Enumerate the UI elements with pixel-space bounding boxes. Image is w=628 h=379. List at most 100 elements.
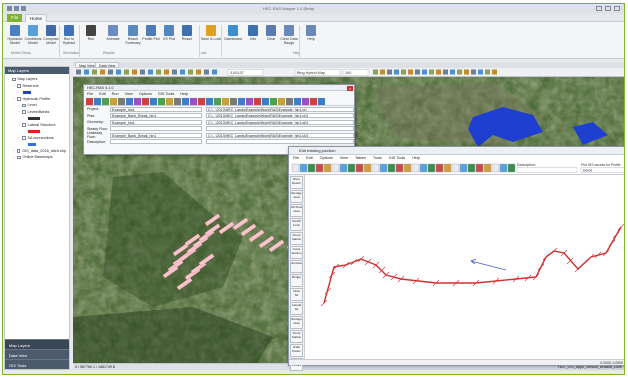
expand-icon[interactable]: − bbox=[13, 155, 16, 159]
toolbar-icon[interactable] bbox=[102, 98, 109, 105]
field-path[interactable] bbox=[206, 126, 354, 132]
ribbon-button-range[interactable]: Clear Data Range bbox=[280, 25, 298, 45]
toolbar-icon[interactable] bbox=[134, 98, 141, 105]
map-tool-icon[interactable] bbox=[212, 69, 217, 75]
toolbar-icon[interactable] bbox=[206, 98, 213, 105]
map-tool-icon[interactable] bbox=[76, 69, 81, 75]
editor-tool-icon[interactable] bbox=[315, 163, 324, 173]
menu-item[interactable]: Edit bbox=[99, 92, 106, 96]
toolbar-icon[interactable] bbox=[318, 98, 325, 105]
expand-icon[interactable]: − bbox=[13, 84, 16, 87]
field-value[interactable]: Example_Bank_Break_hin1 bbox=[110, 132, 202, 138]
palette-tool[interactable]: SA/2D Conn bbox=[290, 218, 303, 231]
map-tool-icon[interactable] bbox=[140, 69, 145, 75]
layer-checkbox[interactable] bbox=[17, 155, 21, 159]
map-tool-icon[interactable] bbox=[100, 69, 105, 75]
editor-tool-icon[interactable] bbox=[387, 163, 396, 173]
redo-icon[interactable] bbox=[21, 6, 26, 11]
map-tool-icon[interactable] bbox=[436, 69, 441, 75]
editor-tool-icon[interactable] bbox=[339, 163, 348, 173]
river-schematic[interactable] bbox=[306, 175, 625, 360]
toolbar-icon[interactable] bbox=[294, 98, 301, 105]
expand-icon[interactable]: − bbox=[13, 149, 16, 152]
map-tool-icon[interactable] bbox=[380, 69, 385, 75]
menu-item[interactable]: Options bbox=[139, 92, 152, 96]
minimize-button[interactable] bbox=[596, 6, 602, 11]
editor-tool-icon[interactable] bbox=[507, 163, 516, 173]
toolbar-icon[interactable] bbox=[142, 98, 149, 105]
toolbar-icon[interactable] bbox=[238, 98, 245, 105]
expand-icon[interactable]: − bbox=[18, 136, 21, 139]
map-tool-icon[interactable] bbox=[108, 69, 113, 75]
map-tool-icon[interactable] bbox=[485, 69, 490, 75]
field-value[interactable]: Example_hin1 bbox=[110, 106, 202, 112]
toolbar-icon[interactable] bbox=[286, 98, 293, 105]
palette-tool[interactable]: River Reach bbox=[290, 176, 303, 189]
map-tool-icon[interactable] bbox=[492, 69, 497, 75]
ribbon-button-run[interactable]: Run to Hydraul bbox=[61, 25, 77, 45]
palette-tool[interactable]: Lateral Str bbox=[290, 302, 303, 315]
map-tool-icon[interactable] bbox=[124, 69, 129, 75]
toolbar-icon[interactable] bbox=[86, 98, 93, 105]
menu-item[interactable]: Edit bbox=[306, 156, 313, 160]
toolbar-icon[interactable] bbox=[166, 98, 173, 105]
menu-item[interactable]: GIS Tools bbox=[389, 156, 405, 160]
toolbar-icon[interactable] bbox=[118, 98, 125, 105]
sidebar-tab-map-layers[interactable]: Map Layers bbox=[5, 339, 69, 349]
map-tool-icon[interactable] bbox=[92, 69, 97, 75]
map-tool-icon[interactable] bbox=[464, 69, 469, 75]
map-tool-icon[interactable] bbox=[116, 69, 121, 75]
layer-item[interactable]: − Online Basemaps bbox=[8, 154, 66, 161]
toolbar-icon[interactable] bbox=[222, 98, 229, 105]
sidebar-tab-data-view[interactable]: Data View bbox=[5, 349, 69, 359]
field-path[interactable]: C:\...\2013\HEC_Lands\Example\Work\RAS\E… bbox=[206, 113, 354, 119]
editor-tool-icon[interactable] bbox=[299, 163, 308, 173]
expand-icon[interactable]: − bbox=[18, 103, 21, 107]
ribbon-button-profile[interactable]: Profile Plot bbox=[142, 25, 160, 41]
editor-tool-icon[interactable] bbox=[491, 163, 500, 173]
editor-tool-icon[interactable] bbox=[395, 163, 404, 173]
editor-tool-icon[interactable] bbox=[307, 163, 316, 173]
ribbon-button-runner[interactable]: Run bbox=[83, 25, 99, 41]
field-path[interactable] bbox=[206, 139, 354, 145]
map-tool-icon[interactable] bbox=[164, 69, 169, 75]
palette-tool[interactable]: Cross Section bbox=[290, 246, 303, 259]
toolbar-icon[interactable] bbox=[158, 98, 165, 105]
layer-checkbox[interactable] bbox=[22, 103, 26, 107]
map-tool-icon[interactable] bbox=[422, 69, 427, 75]
toolbar-icon[interactable] bbox=[190, 98, 197, 105]
field-path[interactable]: C:\...\2013\HEC_Lands\Example\Work\RAS\E… bbox=[206, 119, 354, 125]
ribbon-button-help[interactable]: Help bbox=[303, 25, 319, 41]
editor-tool-icon[interactable] bbox=[363, 163, 372, 173]
palette-tool[interactable]: Bridge bbox=[290, 274, 303, 287]
layer-checkbox[interactable] bbox=[12, 77, 16, 81]
toolbar-icon[interactable] bbox=[262, 98, 269, 105]
ribbon-button-info[interactable]: Info bbox=[245, 25, 261, 41]
editor-tool-icon[interactable] bbox=[379, 163, 388, 173]
map-tool-icon[interactable] bbox=[148, 69, 153, 75]
save-icon[interactable] bbox=[7, 6, 12, 11]
tab-file[interactable]: File bbox=[7, 14, 23, 22]
close-button[interactable] bbox=[614, 6, 620, 11]
toolbar-icon[interactable] bbox=[198, 98, 205, 105]
editor-tool-icon[interactable] bbox=[467, 163, 476, 173]
toolbar-icon[interactable] bbox=[230, 98, 237, 105]
field-path[interactable]: C:\...\2013\HEC_Lands\Example\Work\RAS\E… bbox=[206, 132, 354, 138]
map-tool-icon[interactable] bbox=[84, 69, 89, 75]
menu-item[interactable]: Tools bbox=[373, 156, 382, 160]
sidebar-tab-gis-tools[interactable]: GIS Tools bbox=[5, 359, 69, 369]
layer-checkbox[interactable] bbox=[17, 97, 21, 101]
editor-tool-icon[interactable] bbox=[427, 163, 436, 173]
map-tool-icon[interactable] bbox=[188, 69, 193, 75]
map-tool-icon[interactable] bbox=[408, 69, 413, 75]
field-path[interactable]: C:\...\2013\HEC_Lands\Example\Work\RAS\E… bbox=[206, 106, 354, 112]
expand-icon[interactable]: − bbox=[18, 110, 21, 113]
editor-tool-icon[interactable] bbox=[355, 163, 364, 173]
ribbon-button-lock[interactable]: Save & Lock bbox=[201, 25, 221, 41]
palette-tool[interactable]: Storage Area bbox=[290, 316, 303, 329]
ribbon-button-result[interactable]: Result bbox=[179, 25, 195, 41]
map-tool-icon[interactable] bbox=[450, 69, 455, 75]
map-tool-icon[interactable] bbox=[180, 69, 185, 75]
layer-checkbox[interactable] bbox=[22, 136, 26, 140]
map-tool-icon[interactable] bbox=[196, 69, 201, 75]
